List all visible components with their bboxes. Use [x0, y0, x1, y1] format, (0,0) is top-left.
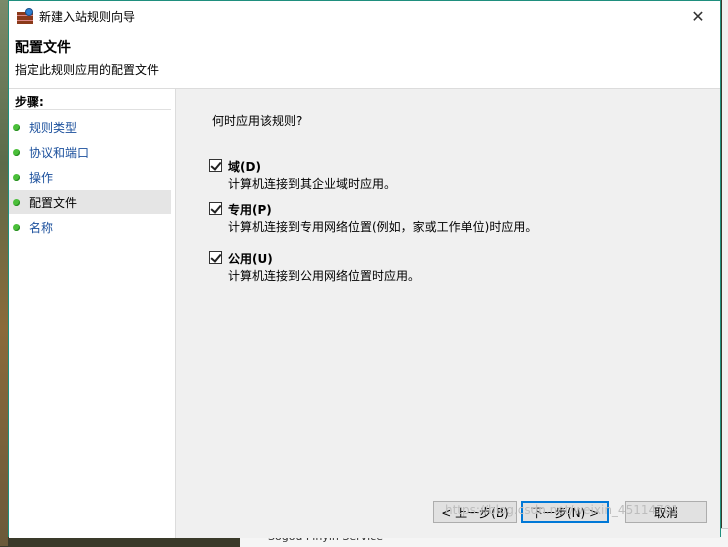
- steps-title: 步骤:: [15, 95, 44, 109]
- sidebar-item-rule-type[interactable]: 规则类型: [9, 115, 171, 139]
- step-complete-icon: [13, 173, 20, 181]
- option-label[interactable]: 专用(P): [228, 201, 272, 218]
- option-description: 计算机连接到公用网络位置时应用。: [228, 269, 421, 283]
- main-content: 何时应用该规则? 域(D) 计算机连接到其企业域时应用。 专用(P) 计算机连接…: [176, 89, 720, 538]
- sidebar-item-label: 配置文件: [29, 195, 78, 210]
- background-window-edge: [722, 0, 728, 546]
- sidebar-item-profile[interactable]: 配置文件: [9, 190, 171, 214]
- private-checkbox[interactable]: [209, 202, 222, 215]
- firewall-icon: [17, 8, 33, 24]
- option-description: 计算机连接到其企业域时应用。: [228, 177, 397, 191]
- step-pending-icon: [13, 223, 20, 231]
- wizard-header: 配置文件 指定此规则应用的配置文件: [9, 31, 720, 89]
- title-bar[interactable]: 新建入站规则向导 ✕: [9, 1, 720, 31]
- public-checkbox[interactable]: [209, 251, 222, 264]
- sidebar-item-protocol-port[interactable]: 协议和端口: [9, 140, 171, 164]
- close-button[interactable]: ✕: [676, 1, 720, 31]
- page-title: 配置文件: [15, 40, 71, 56]
- sidebar-item-action[interactable]: 操作: [9, 165, 171, 189]
- page-subtitle: 指定此规则应用的配置文件: [15, 63, 160, 77]
- step-current-icon: [13, 198, 20, 206]
- option-description: 计算机连接到专用网络位置(例如，家或工作单位)时应用。: [228, 220, 538, 234]
- option-label[interactable]: 公用(U): [228, 250, 273, 267]
- sidebar-item-label: 名称: [29, 220, 54, 235]
- question-text: 何时应用该规则?: [212, 114, 303, 128]
- divider: [13, 109, 171, 110]
- domain-checkbox[interactable]: [209, 159, 222, 172]
- sidebar-item-label: 协议和端口: [29, 145, 90, 160]
- option-label[interactable]: 域(D): [228, 158, 261, 175]
- watermark-text: https://blog.csdn.net/weixin_45114701: [445, 503, 680, 517]
- desktop-background: [0, 0, 8, 546]
- sidebar-item-name[interactable]: 名称: [9, 215, 171, 239]
- step-complete-icon: [13, 123, 20, 131]
- window-title: 新建入站规则向导: [39, 9, 136, 24]
- steps-sidebar: 步骤: 规则类型 协议和端口 操作 配置文件 名称: [9, 89, 176, 538]
- step-complete-icon: [13, 148, 20, 156]
- close-icon: ✕: [691, 6, 705, 26]
- sidebar-item-label: 规则类型: [29, 120, 78, 135]
- wizard-window: 新建入站规则向导 ✕ 配置文件 指定此规则应用的配置文件 步骤: 规则类型 协议…: [8, 0, 721, 538]
- sidebar-item-label: 操作: [29, 170, 54, 185]
